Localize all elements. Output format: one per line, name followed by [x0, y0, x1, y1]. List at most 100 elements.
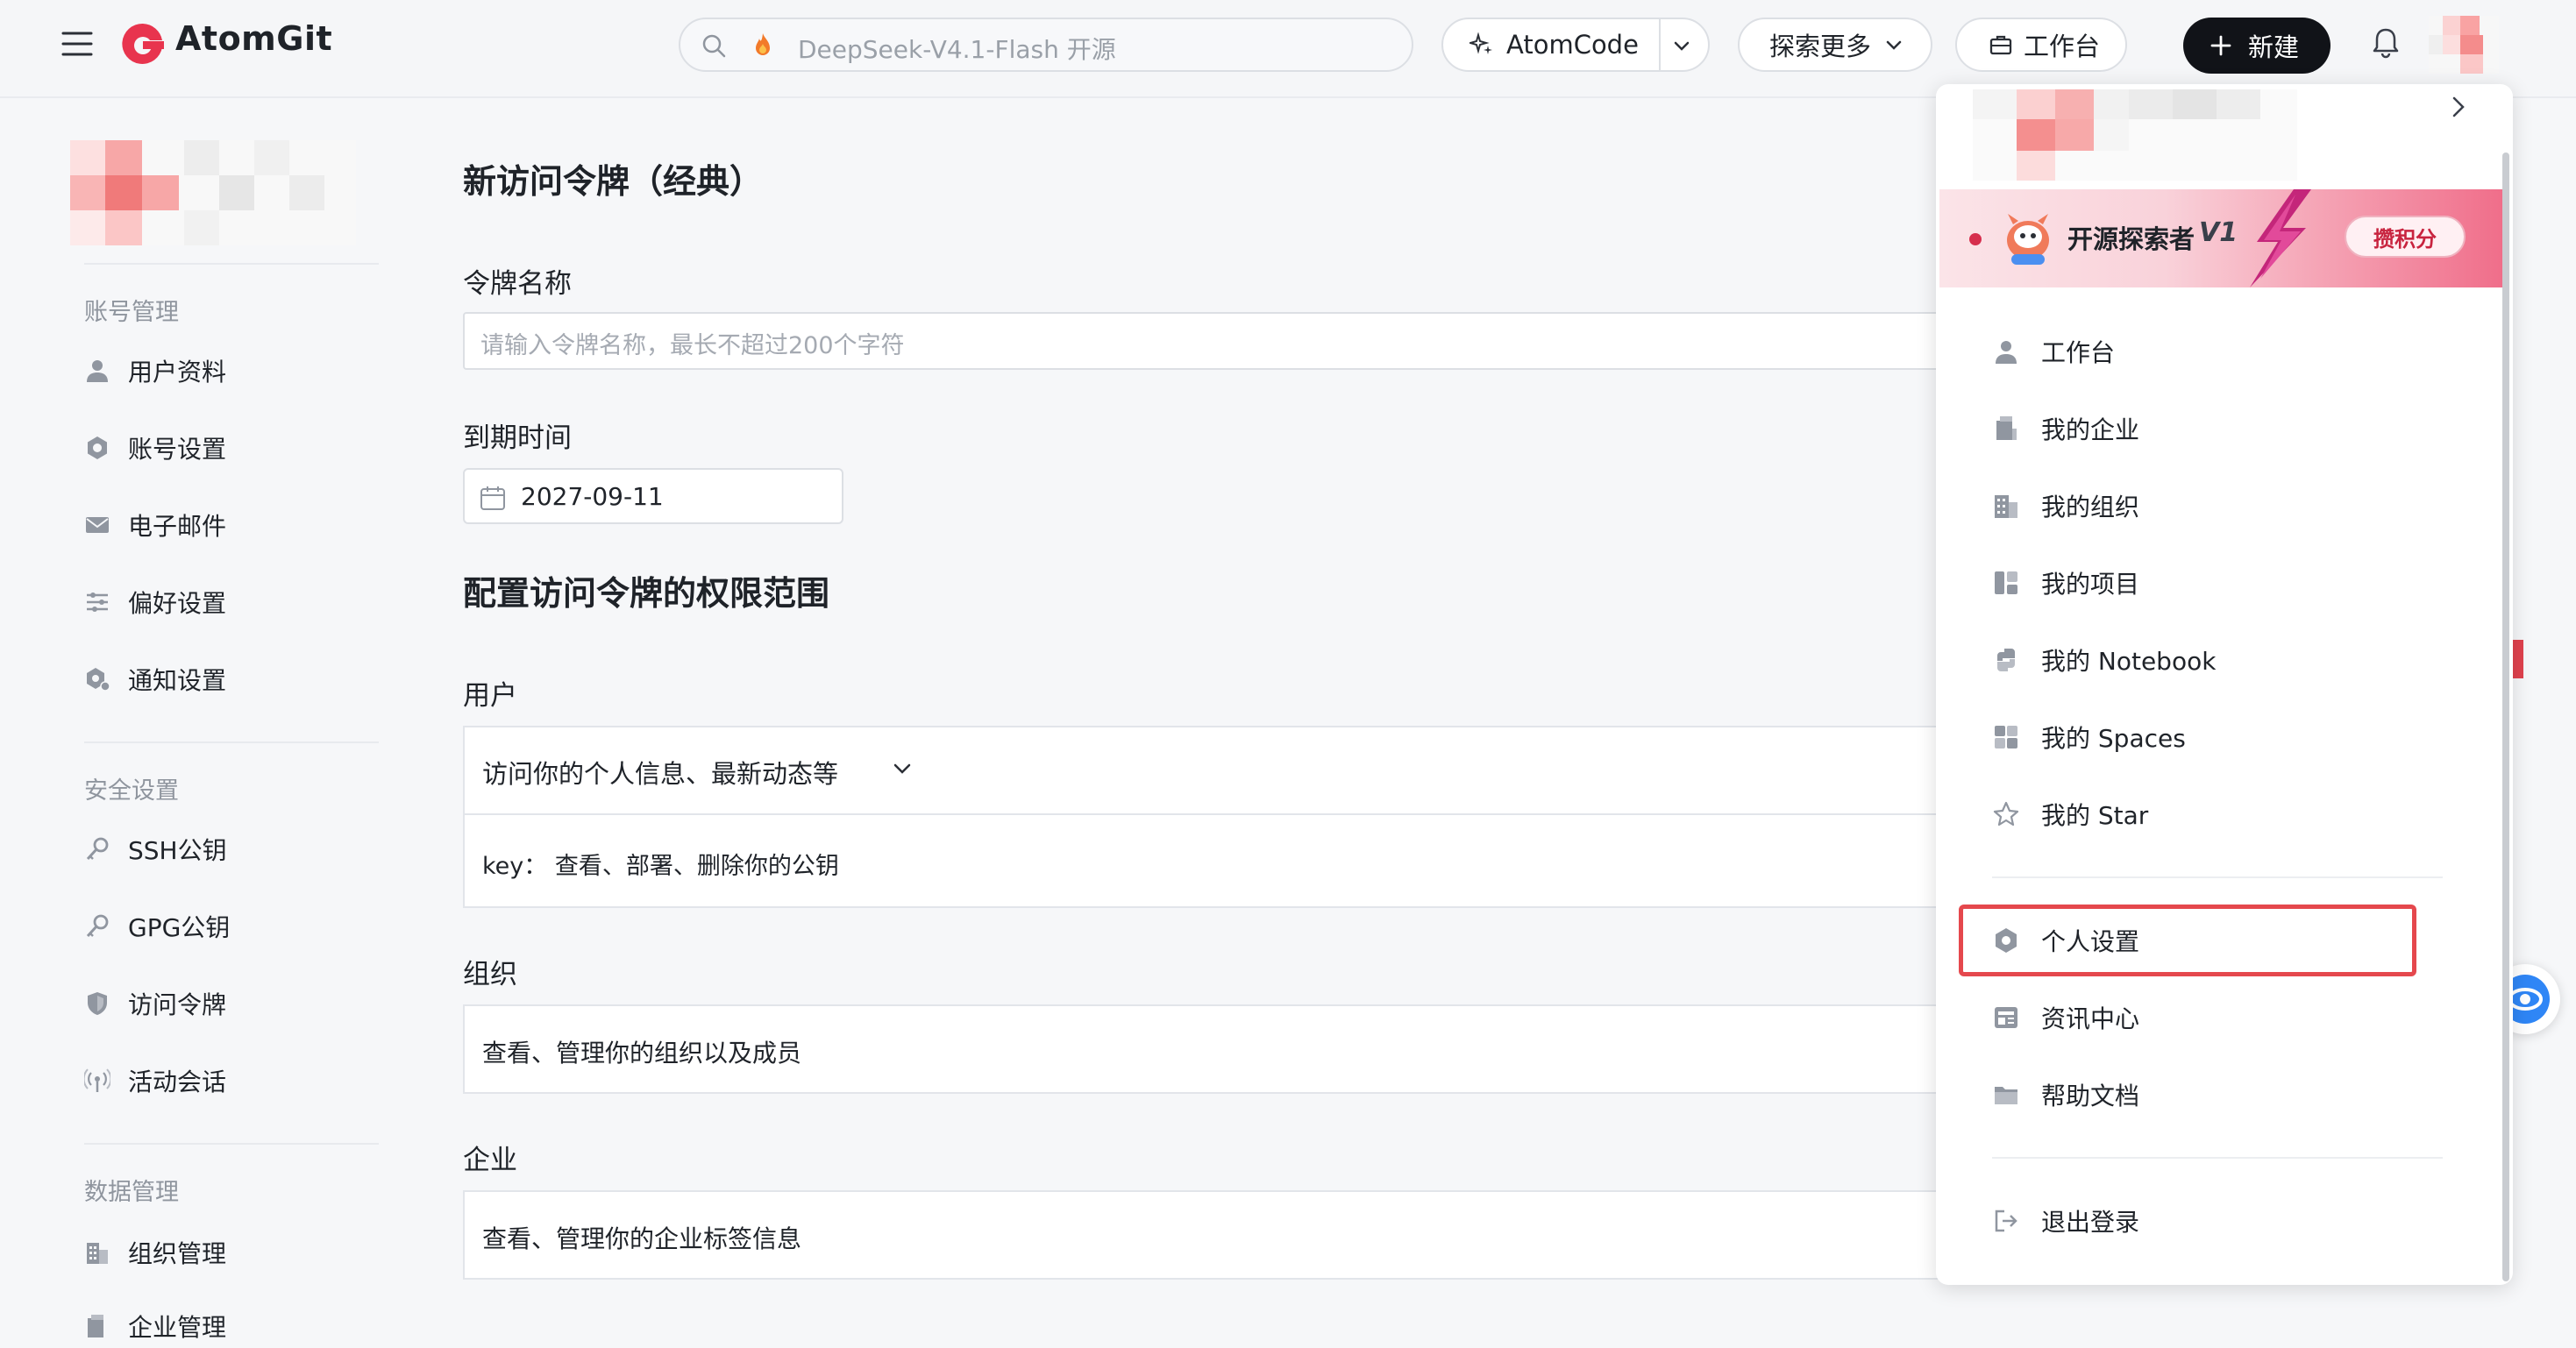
logo-text[interactable]: AtomGit — [175, 19, 332, 58]
menu-item-my-notebook[interactable]: 我的 Notebook — [1992, 638, 2216, 682]
expiry-date-picker[interactable]: 2027-09-11 — [463, 468, 843, 524]
sidebar-item-email[interactable]: 电子邮件 — [84, 503, 226, 547]
workbench-button[interactable]: 工作台 — [1955, 18, 2127, 72]
status-dot — [1969, 233, 1982, 245]
profile-avatar-blurred — [70, 140, 356, 245]
expiry-date-value: 2027-09-11 — [521, 482, 664, 511]
plus-icon — [2210, 34, 2232, 57]
enterprise-icon — [1992, 415, 2020, 443]
new-label: 新建 — [2248, 32, 2300, 62]
shield-icon — [84, 990, 110, 1017]
dropdown-scrollbar[interactable] — [2502, 153, 2509, 1281]
fire-icon — [752, 32, 773, 58]
level-banner[interactable]: 开源探索者 V1 攒积分 — [1939, 189, 2502, 287]
sidebar-item-preferences[interactable]: 偏好设置 — [84, 580, 226, 624]
atomcode-label: AtomCode — [1506, 30, 1639, 60]
token-name-placeholder: 请输入令牌名称，最长不超过200个字符 — [480, 332, 905, 359]
sidebar-item-enterprises[interactable]: 企业管理 — [84, 1304, 226, 1348]
star-icon — [1992, 800, 2020, 828]
earn-points-label: 攒积分 — [2373, 226, 2437, 252]
scope-box-user: 访问你的个人信息、最新动态等 key： 查看、部署、删除你的公钥 — [463, 726, 1953, 908]
scope-summary-org: 查看、管理你的组织以及成员 — [482, 1039, 802, 1068]
sliders-icon — [84, 589, 110, 615]
menu-item-my-spaces[interactable]: 我的 Spaces — [1992, 715, 2186, 759]
search-icon — [701, 33, 726, 58]
menu-item-help-docs[interactable]: 帮助文档 — [1992, 1073, 2139, 1117]
atomcode-button[interactable]: AtomCode — [1441, 18, 1710, 72]
sidebar-item-notification-settings[interactable]: 通知设置 — [84, 657, 226, 701]
divider — [1992, 876, 2443, 878]
menu-item-my-star[interactable]: 我的 Star — [1992, 792, 2148, 836]
sidebar-item-ssh-keys[interactable]: SSH公钥 — [84, 827, 227, 871]
search-bar[interactable]: DeepSeek-V4.1-Flash 开源 — [679, 18, 1413, 72]
building-icon — [1992, 492, 2020, 520]
new-button[interactable]: 新建 — [2183, 18, 2330, 74]
sidebar-item-user-profile[interactable]: 用户资料 — [84, 349, 226, 393]
key-icon — [84, 913, 110, 940]
scope-detail-key: key： 查看、部署、删除你的公钥 — [482, 853, 839, 880]
menu-item-personal-settings[interactable]: 个人设置 — [1992, 919, 2139, 962]
project-icon — [1992, 569, 2020, 597]
notification-gear-icon — [84, 666, 110, 692]
user-icon — [84, 358, 110, 384]
sidebar-item-account-settings[interactable]: 账号设置 — [84, 426, 226, 470]
logout-icon — [1992, 1207, 2020, 1235]
chevron-down-icon — [1882, 32, 1906, 57]
enterprise-icon — [84, 1313, 110, 1339]
explore-more-button[interactable]: 探索更多 — [1738, 18, 1932, 72]
menu-item-label: 帮助文档 — [2041, 1082, 2140, 1110]
sidebar-item-label: 电子邮件 — [128, 512, 227, 541]
sidebar-item-active-sessions[interactable]: 活动会话 — [84, 1059, 226, 1103]
sidebar-item-organizations[interactable]: 组织管理 — [84, 1231, 226, 1274]
sidebar-item-label: 访问令牌 — [128, 990, 227, 1019]
workbench-label: 工作台 — [2024, 32, 2101, 61]
level-title: 开源探索者 — [2067, 224, 2195, 254]
sidebar-item-label: 偏好设置 — [128, 589, 227, 618]
chevron-down-icon[interactable] — [889, 756, 915, 782]
menu-item-label: 我的 Notebook — [2041, 647, 2217, 676]
menu-item-workbench[interactable]: 工作台 — [1992, 330, 2115, 373]
building-icon — [84, 1239, 110, 1266]
user-avatar[interactable] — [2429, 16, 2499, 74]
atomgit-logo-icon[interactable] — [121, 21, 165, 68]
news-icon — [1992, 1004, 2020, 1032]
earn-points-button[interactable]: 攒积分 — [2345, 216, 2466, 258]
menu-item-my-projects[interactable]: 我的项目 — [1992, 561, 2139, 605]
divider — [84, 1143, 379, 1145]
sidebar-item-label: 通知设置 — [128, 666, 227, 695]
scope-label-org: 组织 — [463, 959, 517, 990]
lightning-icon — [2232, 189, 2316, 287]
section-title-account: 账号管理 — [84, 299, 179, 326]
menu-item-label: 我的 Star — [2041, 801, 2149, 830]
sidebar-item-label: GPG公钥 — [128, 913, 231, 942]
broadcast-icon — [84, 1068, 110, 1094]
menu-item-label: 我的企业 — [2041, 415, 2140, 444]
menu-item-label: 我的组织 — [2041, 493, 2140, 521]
gear-icon — [1992, 926, 2020, 954]
scope-box-org[interactable]: 查看、管理你的组织以及成员 — [463, 1004, 1953, 1094]
sidebar-item-label: 活动会话 — [128, 1068, 227, 1096]
sidebar-item-access-tokens[interactable]: 访问令牌 — [84, 982, 226, 1025]
scope-box-enterprise[interactable]: 查看、管理你的企业标签信息 — [463, 1190, 1953, 1280]
menu-item-logout[interactable]: 退出登录 — [1992, 1199, 2139, 1243]
menu-item-my-organizations[interactable]: 我的组织 — [1992, 484, 2139, 528]
sidebar-item-label: 账号设置 — [128, 435, 227, 464]
sidebar-item-gpg-keys[interactable]: GPG公钥 — [84, 905, 230, 948]
token-name-input[interactable]: 请输入令牌名称，最长不超过200个字符 — [463, 312, 1953, 370]
menu-item-my-enterprise[interactable]: 我的企业 — [1992, 407, 2139, 451]
hamburger-menu-icon[interactable] — [60, 26, 95, 61]
search-placeholder: DeepSeek-V4.1-Flash 开源 — [798, 35, 1116, 64]
page-title: 新访问令牌（经典） — [463, 162, 764, 201]
chevron-right-icon[interactable] — [2444, 93, 2473, 121]
sparkle-icon — [1469, 32, 1494, 57]
scope-label-enterprise: 企业 — [463, 1145, 517, 1176]
scope-summary-row[interactable]: 访问你的个人信息、最新动态等 — [465, 727, 1952, 815]
expiry-label: 到期时间 — [463, 422, 572, 454]
user-icon — [1992, 337, 2020, 365]
chevron-down-icon[interactable] — [1669, 33, 1694, 58]
menu-item-news-center[interactable]: 资讯中心 — [1992, 996, 2139, 1039]
menu-item-label: 我的项目 — [2041, 570, 2140, 599]
menu-item-label: 资讯中心 — [2041, 1004, 2140, 1033]
dropdown-profile-blurred — [1973, 89, 2297, 181]
bell-icon[interactable] — [2371, 26, 2401, 60]
